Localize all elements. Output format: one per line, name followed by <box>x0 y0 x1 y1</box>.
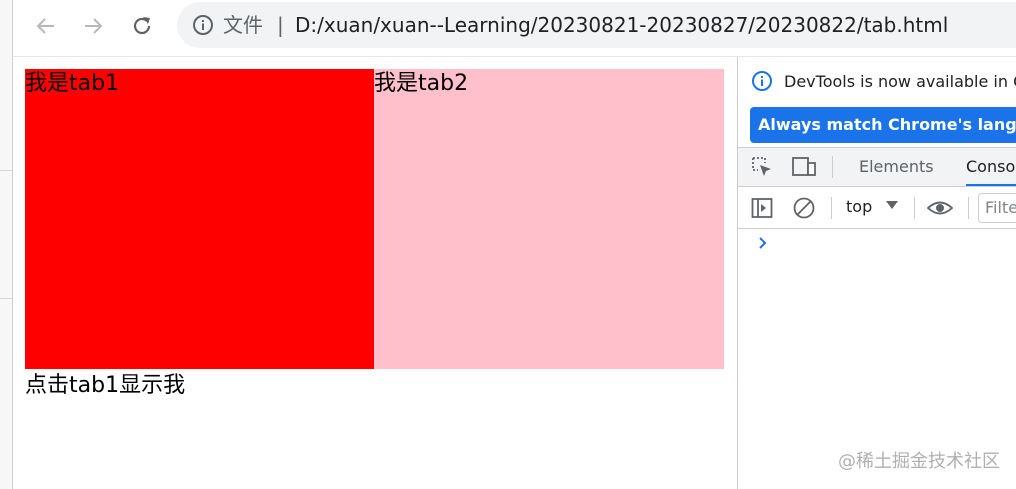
arrow-left-icon <box>36 18 54 34</box>
tab1-panel[interactable]: 我是tab1 <box>25 69 375 369</box>
triangle-down-icon <box>886 201 898 209</box>
forward-button[interactable] <box>78 11 108 41</box>
eye-icon <box>926 201 954 215</box>
console-bar-divider <box>968 197 969 219</box>
page-viewport: 我是tab1 我是tab2 点击tab1显示我 <box>13 57 737 489</box>
match-language-button[interactable]: Always match Chrome's languag <box>750 107 1016 143</box>
inspect-element-button[interactable] <box>748 153 776 181</box>
back-button[interactable] <box>31 11 61 41</box>
notice-text: DevTools is now available in C <box>784 72 1016 91</box>
console-filter-input[interactable]: Filte <box>978 193 1016 223</box>
address-bar[interactable]: 文件 | D:/xuan/xuan--Learning/20230821-202… <box>177 2 1016 48</box>
tab-content-text: 点击tab1显示我 <box>25 373 186 398</box>
file-scheme-label: 文件 <box>223 13 263 37</box>
site-info-button[interactable] <box>191 13 215 37</box>
devtools-panel: DevTools is now available in C Always ma… <box>737 57 1016 489</box>
inspect-cursor-icon <box>752 157 771 176</box>
device-toolbar-button[interactable] <box>790 153 818 181</box>
tab2-label: 我是tab2 <box>374 71 469 96</box>
reload-icon <box>133 17 151 35</box>
console-bar-divider <box>914 197 915 219</box>
omnibox-separator: | <box>277 13 284 37</box>
device-toggle-icon <box>792 157 816 176</box>
window-left-edge <box>0 0 13 489</box>
devtools-tab-bar: Elements Conso <box>738 147 1016 187</box>
sidebar-icon <box>751 198 773 218</box>
tab1-label: 我是tab1 <box>25 71 120 96</box>
edge-mark <box>0 298 12 299</box>
url-text[interactable]: D:/xuan/xuan--Learning/20230821-20230827… <box>295 13 948 37</box>
sidebar-toggle-button[interactable] <box>748 194 776 222</box>
tab-bar-divider <box>832 156 833 178</box>
devtools-language-notice: DevTools is now available in C Always ma… <box>738 57 1016 147</box>
console-toolbar: top Filte <box>738 187 1016 229</box>
console-bar-divider <box>831 197 832 219</box>
reload-button[interactable] <box>127 11 157 41</box>
arrow-right-icon <box>85 18 103 34</box>
edge-mark <box>0 170 12 171</box>
browser-toolbar: 文件 | D:/xuan/xuan--Learning/20230821-202… <box>13 0 1016 57</box>
notice-info-icon <box>750 69 774 93</box>
watermark: @稀土掘金技术社区 <box>838 451 1000 472</box>
context-selector[interactable]: top <box>846 195 872 219</box>
info-icon <box>193 15 213 35</box>
live-expression-button[interactable] <box>926 194 954 222</box>
tab-console[interactable]: Conso <box>966 148 1016 186</box>
info-icon <box>752 71 772 91</box>
tab-elements[interactable]: Elements <box>859 148 934 186</box>
chevron-right-icon[interactable] <box>756 235 770 251</box>
clear-console-button[interactable] <box>790 194 818 222</box>
clear-icon <box>793 197 815 219</box>
tab2-panel[interactable]: 我是tab2 <box>374 69 724 369</box>
